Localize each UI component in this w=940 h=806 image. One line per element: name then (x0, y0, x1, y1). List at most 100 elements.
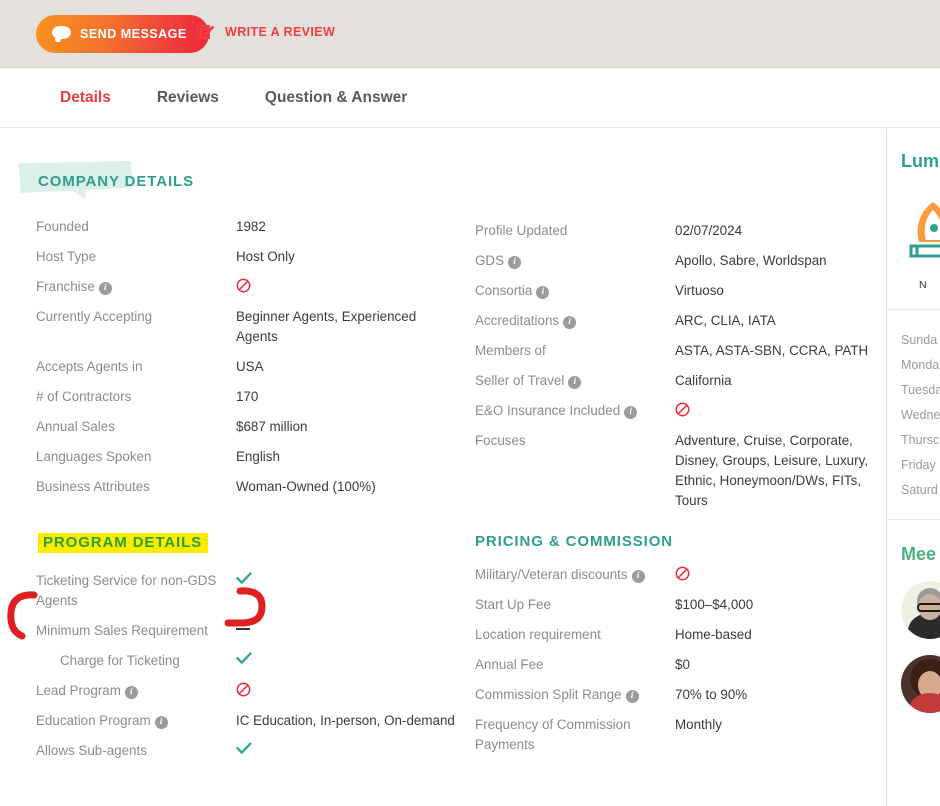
program-details-rows: Ticketing Service for non-GDS Agents Mini… (36, 567, 456, 761)
detail-row-label: Consortia i (475, 277, 675, 301)
detail-row-label: Founded (36, 219, 89, 234)
detail-row-label: Location requirement (475, 627, 601, 642)
row-value: Home-based (675, 627, 752, 642)
detail-row-value (236, 737, 456, 761)
assistant-avatar-illustration (909, 202, 940, 258)
detail-row-label: Accepts Agents in (36, 359, 143, 374)
detail-row: Founded 1982 (36, 213, 456, 237)
detail-row: Focuses Adventure, Cruise, Corporate, Dis… (475, 427, 875, 511)
detail-row: Franchise i (36, 273, 456, 297)
info-icon[interactable]: i (625, 690, 639, 703)
team-member-avatar[interactable] (901, 581, 940, 639)
detail-row: Business Attributes Woman-Owned (100%) (36, 473, 456, 497)
row-value: 02/07/2024 (675, 223, 743, 238)
row-value-link[interactable]: Virtuoso (675, 283, 724, 298)
detail-row-label: Start Up Fee (475, 597, 551, 612)
detail-row: Education Program i IC Education, In-perso… (36, 707, 456, 731)
detail-row: Allows Sub-agents (36, 737, 456, 761)
detail-row: Commission Split Range i 70% to 90% (475, 681, 875, 705)
detail-row: # of Contractors 170 (36, 383, 456, 407)
write-a-review-label: WRITE A REVIEW (225, 25, 336, 39)
row-value: ARC, CLIA, IATA (675, 313, 776, 328)
not-available-icon (675, 566, 690, 581)
detail-row: Members of ASTA, ASTA-SBN, CCRA, PATH (475, 337, 875, 361)
detail-row-value: English (236, 443, 456, 467)
detail-row-value: $0 (675, 651, 875, 675)
detail-row-label: Members of (475, 343, 546, 358)
info-icon[interactable]: i (98, 282, 112, 295)
write-a-review-link[interactable]: WRITE A REVIEW (196, 22, 335, 42)
detail-row-label: Languages Spoken (36, 449, 152, 464)
checkmark-icon (236, 651, 252, 664)
detail-row-value (236, 677, 456, 701)
detail-row-value: California (675, 367, 875, 391)
detail-row: Annual Fee $0 (475, 651, 875, 675)
pricing-commission-heading: PRICING & COMMISSION (475, 533, 674, 550)
detail-row: Consortia i Virtuoso (475, 277, 875, 301)
detail-row-value: Home-based (675, 621, 875, 645)
detail-row: Annual Sales $687 million (36, 413, 456, 437)
info-icon[interactable]: i (124, 686, 138, 699)
row-value: ASTA, ASTA-SBN, CCRA, PATH (675, 343, 869, 358)
row-value: Apollo, Sabre, Worldspan (675, 253, 827, 268)
detail-row-value: 1982 (236, 213, 456, 237)
not-available-icon (236, 278, 251, 293)
info-icon[interactable]: i (631, 570, 645, 583)
detail-row-label: Accreditations i (475, 307, 675, 331)
detail-row: Accreditations i ARC, CLIA, IATA (475, 307, 875, 331)
tab-reviews[interactable]: Reviews (157, 89, 219, 107)
row-value: 1982 (236, 219, 266, 234)
detail-row-value: Host Only (236, 243, 456, 267)
detail-row-value: Monthly (675, 711, 875, 735)
detail-row: Languages Spoken English (36, 443, 456, 467)
row-value: USA (236, 359, 264, 374)
detail-row-value (236, 617, 456, 641)
detail-row-label: Charge for Ticketing (60, 653, 180, 668)
detail-row-value: ASTA, ASTA-SBN, CCRA, PATH (675, 337, 875, 361)
row-value: California (675, 373, 732, 388)
info-icon[interactable]: i (563, 316, 577, 329)
detail-row-label: Annual Sales (36, 419, 115, 434)
detail-row-value: 02/07/2024 (675, 217, 875, 241)
info-icon[interactable]: i (536, 286, 550, 299)
tab-details[interactable]: Details (60, 89, 111, 107)
row-value: IC Education, In-person, On-demand (236, 713, 455, 728)
detail-row: Seller of Travel i California (475, 367, 875, 391)
info-icon[interactable]: i (508, 256, 522, 269)
send-message-label: SEND MESSAGE (80, 27, 187, 41)
assistant-name: N (919, 279, 927, 291)
checkmark-icon (236, 741, 252, 754)
send-message-button[interactable]: SEND MESSAGE (36, 15, 209, 53)
detail-row-label: Frequency of Commission Payments (475, 717, 631, 752)
company-details-heading: COMPANY DETAILS (18, 161, 194, 199)
row-value: 170 (236, 389, 259, 404)
business-hours-day: Tuesda (901, 383, 940, 397)
detail-row-label: Focuses (475, 433, 526, 448)
detail-row-value: Apollo, Sabre, Worldspan (675, 247, 875, 271)
business-hours-list: Sunda Monda Tuesda Wedne Thursc Friday Saturd (901, 328, 940, 503)
detail-row-label: Commission Split Range i (475, 681, 675, 705)
info-icon[interactable]: i (568, 376, 582, 389)
assistant-title: Lum (901, 151, 939, 171)
team-member-avatar[interactable] (901, 655, 940, 713)
row-value: Adventure, Cruise, Corporate, Disney, Gr… (675, 433, 869, 508)
detail-row-value: 170 (236, 383, 456, 407)
business-hours-day: Friday (901, 458, 936, 472)
detail-row: GDS i Apollo, Sabre, Worldspan (475, 247, 875, 271)
right-column: Profile Updated 02/07/2024 GDS i Apollo, Sab… (475, 129, 875, 761)
detail-row: Charge for Ticketing (36, 647, 456, 671)
program-details-heading: PROGRAM DETAILS (38, 533, 209, 553)
detail-row-label: # of Contractors (36, 389, 132, 404)
info-icon[interactable]: i (154, 716, 168, 729)
detail-row-label: Minimum Sales Requirement (36, 623, 208, 638)
not-available-icon (675, 402, 690, 417)
not-available-icon (236, 682, 251, 697)
checkmark-icon (236, 571, 252, 584)
pricing-commission-rows: Military/Veteran discounts i Start Up Fee $… (475, 561, 875, 755)
program-details-block: PROGRAM DETAILS Ticketing Service for no… (36, 533, 456, 761)
detail-row-value (236, 273, 456, 297)
info-icon[interactable]: i (624, 406, 638, 419)
detail-row: Minimum Sales Requirement (36, 617, 456, 641)
row-value: 70% to 90% (675, 687, 748, 702)
tab-question-answer[interactable]: Question & Answer (265, 89, 407, 107)
